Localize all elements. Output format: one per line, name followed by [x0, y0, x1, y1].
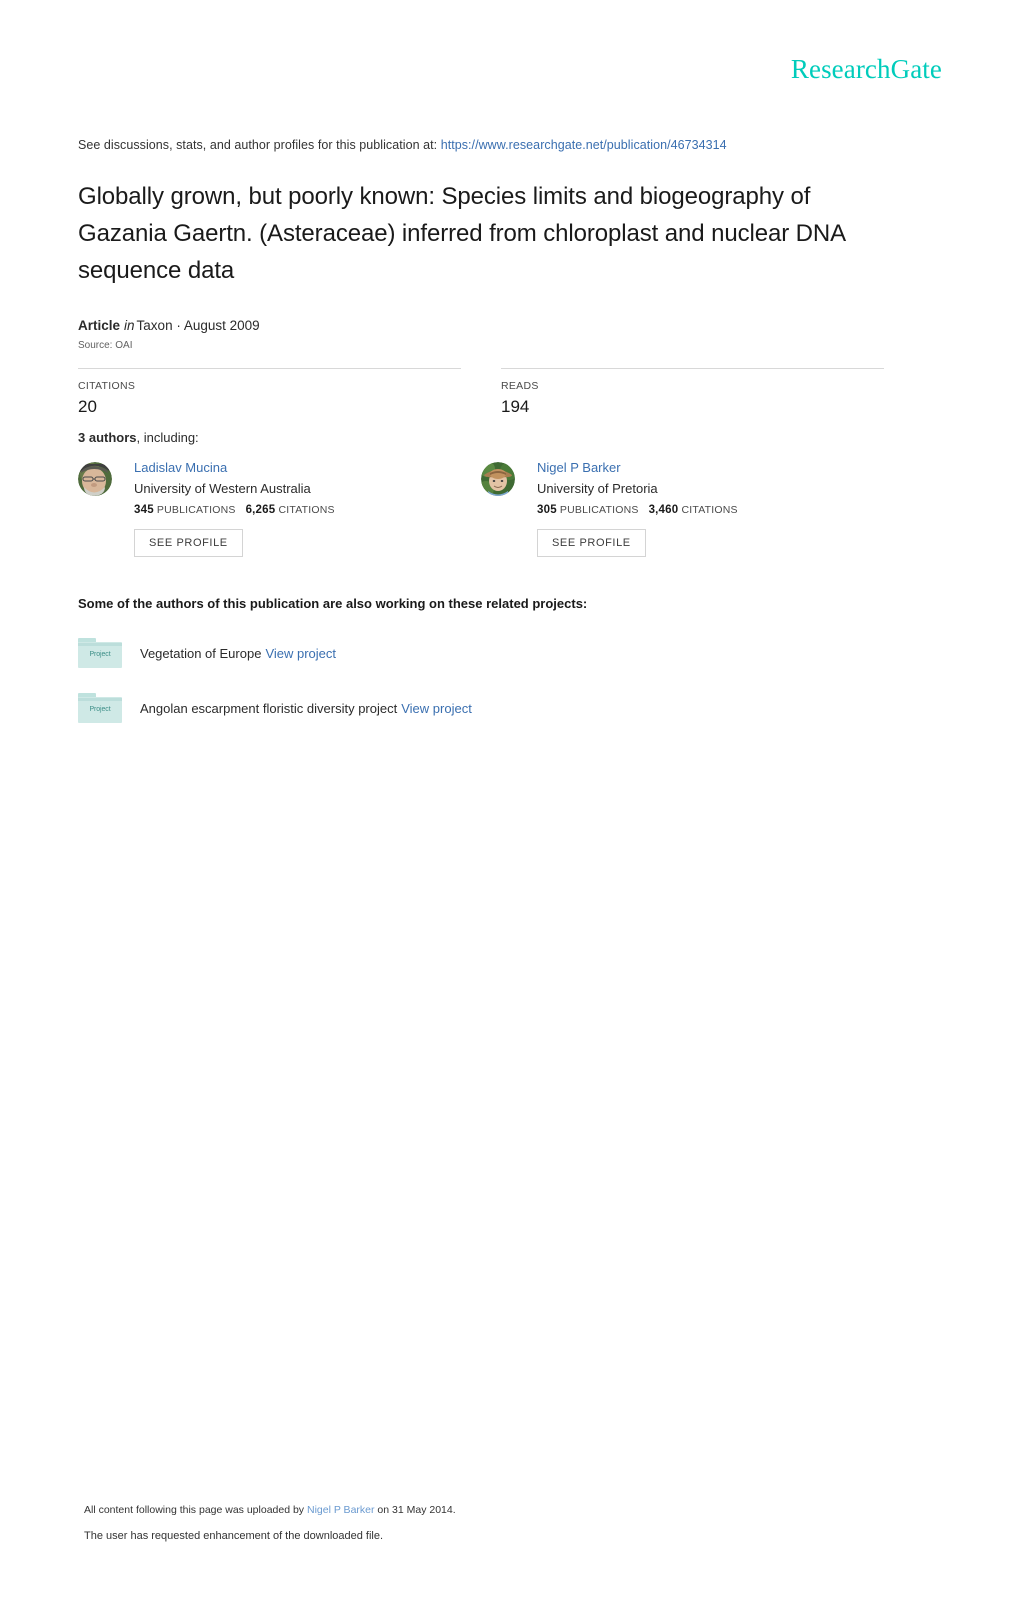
discussion-prefix: See discussions, stats, and author profi…	[78, 138, 438, 152]
author-affiliation: University of Pretoria	[537, 481, 658, 496]
stat-value-citations: 20	[78, 397, 97, 416]
author-affiliation: University of Western Australia	[134, 481, 311, 496]
authors-count: 3 authors	[78, 430, 137, 445]
project-icon-label: Project	[89, 706, 111, 713]
project-name: Angolan escarpment floristic diversity p…	[140, 700, 398, 716]
stat-reads: READS 194	[501, 368, 884, 417]
author-publications-label: PUBLICATIONS	[156, 504, 236, 516]
project-row[interactable]: Project Angolan escarpment floristic div…	[78, 693, 472, 723]
authors-heading: 3 authors, including:	[78, 430, 199, 445]
see-profile-button[interactable]: SEE PROFILE	[537, 529, 646, 557]
researchgate-logo-text: ResearchGate	[790, 54, 942, 84]
authors-list: Ladislav Mucina University of Western Au…	[78, 460, 884, 557]
project-text: Angolan escarpment floristic diversity p…	[140, 701, 472, 716]
avatar	[481, 462, 515, 496]
author-card: Ladislav Mucina University of Western Au…	[78, 460, 481, 557]
page-title: Globally grown, but poorly known: Specie…	[78, 183, 845, 284]
enhancement-note: The user has requested enhancement of th…	[84, 1530, 384, 1542]
stat-value-reads: 194	[501, 397, 530, 416]
article-venue: Taxon · August 2009	[136, 318, 260, 333]
author-info: Nigel P Barker University of Pretoria 30…	[537, 460, 738, 557]
publication-url-link[interactable]: https://www.researchgate.net/publication…	[441, 138, 727, 152]
upload-note-suffix: on 31 May 2014.	[377, 1504, 456, 1516]
author-info: Ladislav Mucina University of Western Au…	[134, 460, 335, 557]
uploader-link[interactable]: Nigel P Barker	[307, 1504, 375, 1516]
author-citations-label: CITATIONS	[278, 504, 335, 516]
article-source: Source: OAI	[78, 340, 133, 351]
project-row[interactable]: Project Vegetation of Europe View project	[78, 638, 336, 668]
stat-label-reads: READS	[501, 380, 539, 392]
researchgate-cover-page: ResearchGate See discussions, stats, and…	[0, 0, 1020, 1602]
researchgate-logo[interactable]: ResearchGate	[791, 56, 942, 83]
discussion-line: See discussions, stats, and author profi…	[78, 138, 727, 152]
author-stats: 305 PUBLICATIONS 3,460 CITATIONS	[537, 503, 738, 517]
author-citations-count: 6,265	[245, 504, 276, 516]
author-card: Nigel P Barker University of Pretoria 30…	[481, 460, 884, 557]
author-publications-count: 345	[134, 504, 154, 516]
view-project-link[interactable]: View project	[265, 646, 336, 661]
article-type: Article	[78, 318, 121, 333]
stat-divider	[78, 368, 461, 369]
article-in-word: in	[124, 318, 135, 333]
project-name: Vegetation of Europe	[140, 645, 262, 661]
author-publications-label: PUBLICATIONS	[559, 504, 639, 516]
authors-including: , including:	[136, 430, 199, 445]
project-folder-icon: Project	[78, 638, 122, 668]
author-stats: 345 PUBLICATIONS 6,265 CITATIONS	[134, 503, 335, 517]
related-projects-heading: Some of the authors of this publication …	[78, 596, 588, 611]
author-name-link[interactable]: Nigel P Barker	[537, 460, 738, 476]
project-folder-icon: Project	[78, 693, 122, 723]
article-meta: Article in Taxon · August 2009	[78, 318, 260, 333]
upload-note-prefix: All content following this page was uplo…	[84, 1504, 305, 1516]
project-icon-label: Project	[89, 651, 111, 658]
project-text: Vegetation of Europe View project	[140, 646, 336, 661]
author-publications-count: 305	[537, 504, 557, 516]
avatar	[78, 462, 112, 496]
see-profile-button[interactable]: SEE PROFILE	[134, 529, 243, 557]
author-citations-label: CITATIONS	[681, 504, 738, 516]
author-citations-count: 3,460	[648, 504, 679, 516]
author-name-link[interactable]: Ladislav Mucina	[134, 460, 335, 476]
stat-divider	[501, 368, 884, 369]
view-project-link[interactable]: View project	[401, 701, 472, 716]
stat-label-citations: CITATIONS	[78, 380, 136, 392]
upload-note: All content following this page was uplo…	[84, 1504, 456, 1516]
stat-citations: CITATIONS 20	[78, 368, 461, 417]
stats-row: CITATIONS 20 READS 194	[78, 368, 884, 417]
